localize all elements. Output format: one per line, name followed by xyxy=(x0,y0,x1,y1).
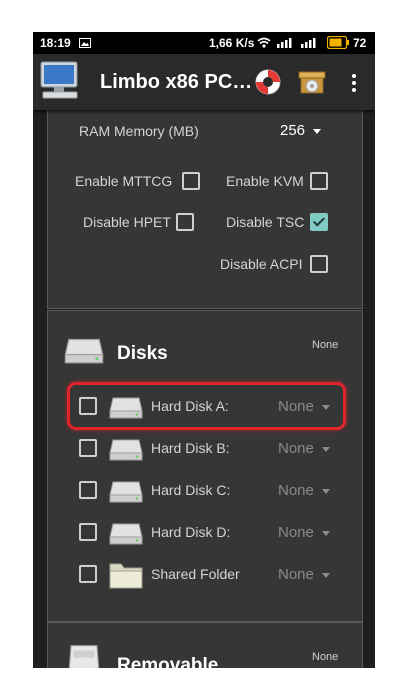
hdc-label: Hard Disk C: xyxy=(151,482,231,498)
package-icon[interactable] xyxy=(297,67,327,97)
ram-label: RAM Memory (MB) xyxy=(79,123,199,139)
disk-row-hdd: Hard Disk D: None xyxy=(48,511,362,555)
signal-icon-2 xyxy=(301,38,316,48)
battery-level: 72 xyxy=(353,36,367,50)
disk-row-shared-folder: Shared Folder None xyxy=(48,553,362,597)
status-bar: 18:19 1,66 K/s 72 xyxy=(33,32,375,54)
hdc-value: None xyxy=(278,482,314,499)
option-label-acpi: Disable ACPI xyxy=(220,256,303,272)
machine-options-panel: RAM Memory (MB) 256 Enable MTTCG Enable … xyxy=(47,98,363,309)
removable-summary: None xyxy=(312,651,339,663)
hdd-value: None xyxy=(278,524,314,541)
status-time: 18:19 xyxy=(40,36,71,50)
hdb-checkbox[interactable] xyxy=(79,439,97,457)
mttcg-checkbox[interactable] xyxy=(182,172,200,190)
app-bar: Limbo x86 PC… xyxy=(33,54,375,110)
disk-row-hdb: Hard Disk B: None xyxy=(48,427,362,471)
hdb-value: None xyxy=(278,440,314,457)
hdc-checkbox[interactable] xyxy=(79,481,97,499)
lifebuoy-icon[interactable] xyxy=(253,67,283,97)
hdb-dropdown[interactable]: None xyxy=(276,435,336,463)
option-label-hpet: Disable HPET xyxy=(83,214,171,230)
disks-section-title: Disks xyxy=(117,343,168,364)
tsc-checkbox[interactable] xyxy=(310,213,328,231)
chevron-down-icon xyxy=(313,129,321,134)
app-title: Limbo x86 PC… xyxy=(100,71,253,93)
shared-folder-dropdown[interactable]: None xyxy=(276,561,336,589)
hdd-dropdown[interactable]: None xyxy=(276,519,336,547)
chevron-down-icon xyxy=(322,531,330,536)
shared-folder-label: Shared Folder xyxy=(151,566,240,582)
option-label-tsc: Disable TSC xyxy=(226,214,305,230)
hdd-checkbox[interactable] xyxy=(79,523,97,541)
removable-section-title: Removable xyxy=(117,655,219,668)
ram-dropdown[interactable]: 256 xyxy=(278,118,328,144)
hard-disk-icon xyxy=(109,439,143,461)
ram-value: 256 xyxy=(280,122,306,139)
shared-folder-value: None xyxy=(278,566,314,583)
removable-drive-icon xyxy=(68,645,100,668)
more-vert-icon[interactable] xyxy=(349,72,359,94)
chevron-down-icon xyxy=(322,489,330,494)
hard-disk-icon xyxy=(64,338,104,364)
signal-icon xyxy=(277,38,292,48)
battery-icon xyxy=(327,36,349,49)
hard-disk-icon xyxy=(109,481,143,503)
disks-panel: Disks None Hard Disk A: None Hard Disk B… xyxy=(47,310,363,622)
chevron-down-icon xyxy=(322,447,330,452)
phone-screen: 18:19 1,66 K/s 72 Limbo x86 PC… RAM Memo… xyxy=(33,32,375,668)
computer-icon xyxy=(40,61,78,99)
disk-row-hdc: Hard Disk C: None xyxy=(48,469,362,513)
hdc-dropdown[interactable]: None xyxy=(276,477,336,505)
hdb-label: Hard Disk B: xyxy=(151,440,230,456)
hdd-label: Hard Disk D: xyxy=(151,524,231,540)
shared-folder-checkbox[interactable] xyxy=(79,565,97,583)
acpi-checkbox[interactable] xyxy=(310,255,328,273)
chevron-down-icon xyxy=(322,573,330,578)
network-speed: 1,66 K/s xyxy=(209,36,255,50)
option-label-mttcg: Enable MTTCG xyxy=(75,173,173,189)
hard-disk-icon xyxy=(109,523,143,545)
kvm-checkbox[interactable] xyxy=(310,172,328,190)
image-icon xyxy=(79,38,91,48)
highlight-box xyxy=(67,382,346,430)
option-label-kvm: Enable KVM xyxy=(226,173,304,189)
removable-panel: Removable None xyxy=(47,622,363,668)
folder-icon xyxy=(109,563,143,589)
disks-summary: None xyxy=(312,339,339,351)
hpet-checkbox[interactable] xyxy=(176,213,194,231)
wifi-icon xyxy=(257,37,271,48)
